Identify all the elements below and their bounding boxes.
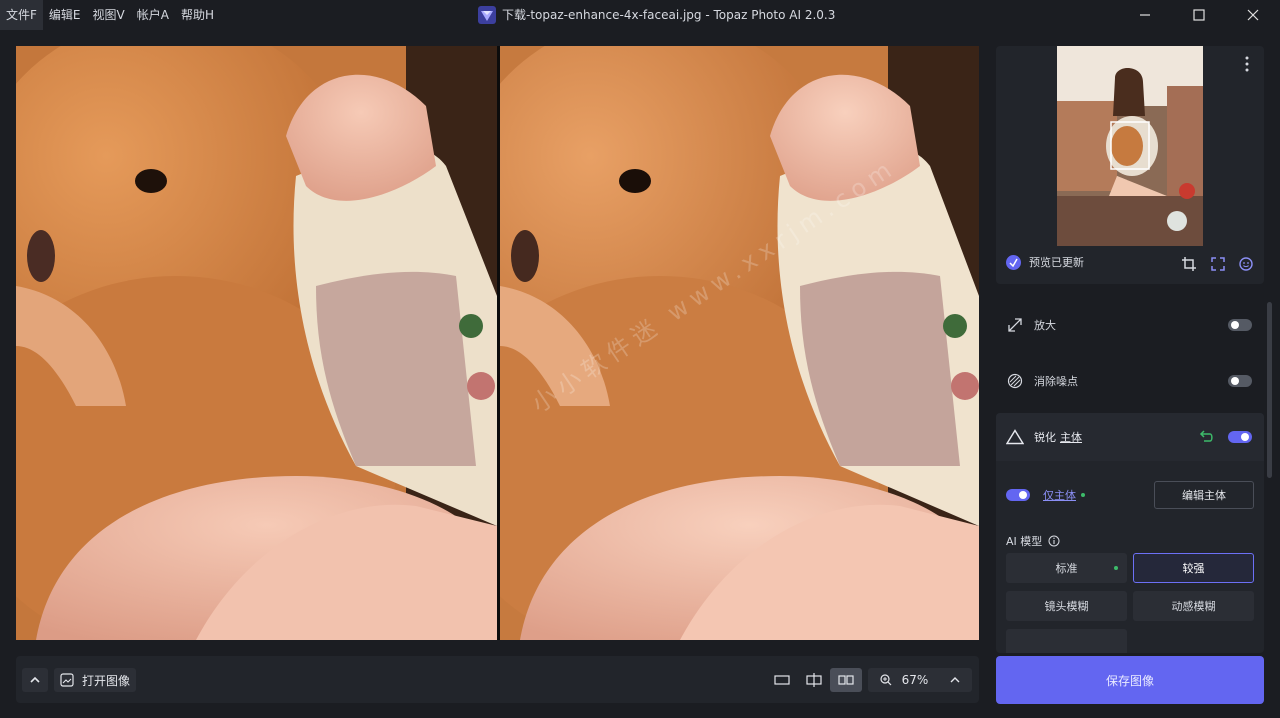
model-motion-blur-label: 动感模糊	[1171, 600, 1216, 613]
model-standard-button[interactable]: 标准	[1006, 553, 1127, 583]
face-detect-button[interactable]	[1238, 256, 1254, 272]
open-image-button[interactable]: 打开图像	[54, 668, 136, 692]
upscale-row[interactable]: 放大	[996, 297, 1264, 353]
menu-bar: 文件F 编辑E 视图V 帐户A 帮助H	[0, 0, 220, 30]
zoom-icon	[880, 674, 892, 686]
menu-edit[interactable]: 编辑E	[43, 0, 87, 30]
original-photo	[16, 46, 497, 640]
bottom-toolbar: 打开图像 67%	[16, 656, 979, 703]
single-view-icon	[774, 675, 790, 685]
model-motion-blur-button[interactable]: 动感模糊	[1133, 591, 1254, 621]
sharpen-toggle[interactable]	[1228, 431, 1252, 443]
recommended-dot	[1114, 566, 1118, 570]
preview-status-text: 预览已更新	[1029, 256, 1084, 269]
menu-view[interactable]: 视图V	[87, 0, 131, 30]
model-lens-blur-button[interactable]: 镜头模糊	[1006, 591, 1127, 621]
title-bar: 文件F 编辑E 视图V 帐户A 帮助H 下载-topaz-enhance-4x-…	[0, 0, 1280, 30]
face-icon	[1239, 257, 1253, 271]
crop-icon	[1182, 257, 1196, 271]
image-icon	[60, 673, 74, 687]
subject-only-label[interactable]: 仅主体	[1043, 487, 1076, 503]
triangle-icon	[1006, 429, 1024, 445]
denoise-toggle[interactable]	[1228, 375, 1252, 387]
side-by-side-icon	[838, 675, 854, 685]
save-image-button[interactable]: 保存图像	[996, 656, 1264, 704]
zoom-control[interactable]: 67%	[868, 668, 972, 692]
upscale-toggle[interactable]	[1228, 319, 1252, 331]
close-icon	[1247, 9, 1259, 21]
open-image-label: 打开图像	[81, 673, 130, 688]
model-strong-label: 较强	[1182, 562, 1205, 575]
menu-help[interactable]: 帮助H	[175, 0, 220, 30]
navigator-thumbnail[interactable]	[1057, 46, 1203, 246]
minimize-icon	[1140, 14, 1150, 16]
zoom-level: 67%	[901, 673, 929, 687]
denoise-icon	[1006, 372, 1024, 390]
ai-model-heading: AI 模型	[1006, 533, 1060, 549]
more-vertical-icon	[1245, 56, 1249, 72]
fullscreen-icon	[1211, 257, 1225, 271]
split-view-button[interactable]	[800, 668, 828, 692]
upscale-label: 放大	[1034, 319, 1056, 332]
model-strong-button[interactable]: 较强	[1133, 553, 1254, 583]
chevron-up-icon	[30, 676, 40, 683]
model-lens-blur-label: 镜头模糊	[1044, 600, 1089, 613]
close-button[interactable]	[1226, 0, 1280, 30]
upscale-arrows-icon	[1006, 316, 1024, 334]
preview-status: 预览已更新	[1006, 254, 1084, 270]
minimize-button[interactable]	[1118, 0, 1172, 30]
denoise-row[interactable]: 消除噪点	[996, 353, 1264, 409]
thumbnail-photo	[1057, 46, 1203, 246]
topaz-logo-icon	[478, 6, 496, 24]
undo-icon	[1199, 430, 1213, 442]
denoise-label: 消除噪点	[1034, 375, 1078, 388]
sharpen-header[interactable]: 锐化 主体	[996, 413, 1264, 461]
enhanced-photo	[500, 46, 979, 640]
window-title-text: 下载-topaz-enhance-4x-faceai.jpg - Topaz P…	[502, 8, 836, 22]
more-options-button[interactable]	[1244, 56, 1250, 76]
sharpen-subject-label[interactable]: 主体	[1060, 429, 1082, 445]
model-standard-label: 标准	[1055, 562, 1078, 575]
check-circle-icon	[1006, 254, 1021, 270]
subject-only-indicator	[1081, 493, 1085, 497]
navigator-preview: 预览已更新	[996, 46, 1264, 284]
sharpen-label: 锐化	[1034, 431, 1056, 444]
image-viewer[interactable]: 小小软件迷 www.xxrjm.com	[16, 46, 979, 640]
single-view-button[interactable]	[768, 668, 796, 692]
window-title: 下载-topaz-enhance-4x-faceai.jpg - Topaz P…	[478, 0, 835, 30]
model-more-button[interactable]	[1006, 629, 1127, 653]
zoom-chevron-up-icon[interactable]	[950, 675, 960, 685]
menu-file[interactable]: 文件F	[0, 0, 43, 30]
edit-subject-button[interactable]: 编辑主体	[1154, 481, 1254, 509]
subject-only-toggle[interactable]	[1006, 489, 1030, 501]
info-icon[interactable]	[1048, 535, 1060, 547]
sharpen-reset-button[interactable]	[1198, 429, 1214, 446]
expand-up-button[interactable]	[22, 668, 48, 692]
side-by-side-view-button[interactable]	[830, 668, 862, 692]
enhanced-image-pane[interactable]	[500, 46, 979, 640]
split-view-icon	[806, 673, 822, 687]
fit-screen-button[interactable]	[1210, 256, 1226, 272]
maximize-icon	[1193, 9, 1205, 21]
maximize-button[interactable]	[1172, 0, 1226, 30]
sharpen-panel: 锐化 主体 仅主体 编辑主体 AI 模型 标准 较强 镜头模糊 动感模糊	[996, 413, 1264, 653]
original-image-pane[interactable]	[16, 46, 497, 640]
menu-account[interactable]: 帐户A	[131, 0, 175, 30]
panel-scrollbar[interactable]	[1267, 302, 1272, 478]
crop-button[interactable]	[1181, 256, 1197, 272]
ai-model-label: AI 模型	[1006, 535, 1043, 548]
